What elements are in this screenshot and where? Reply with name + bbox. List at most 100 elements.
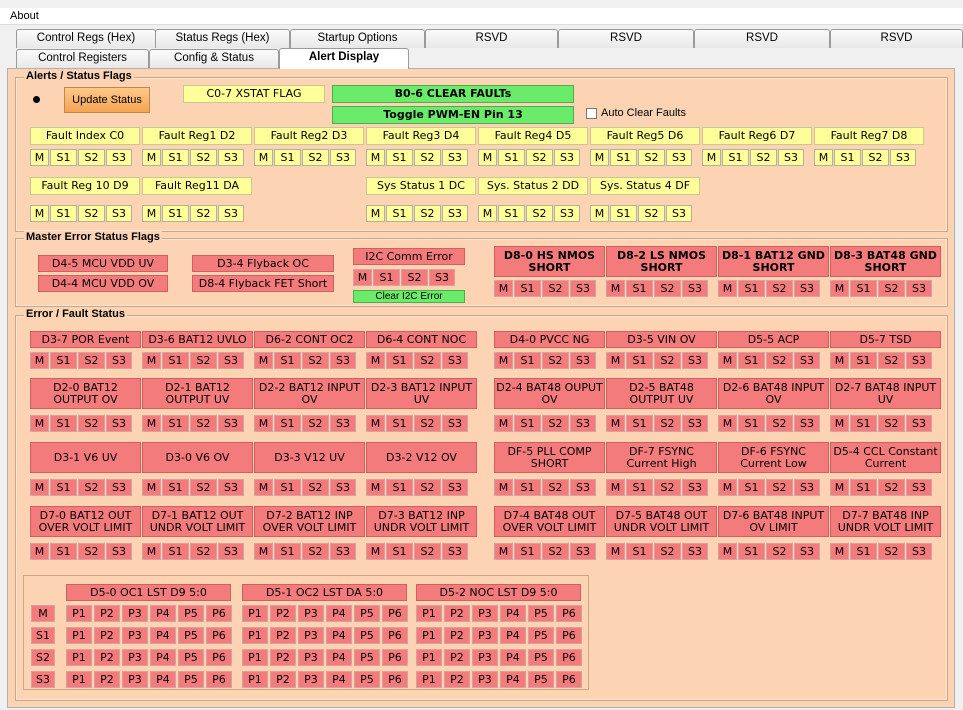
phase-0-0-p6: P6 bbox=[206, 605, 232, 622]
phase-2-2-p5: P5 bbox=[528, 649, 554, 666]
error-row3-1-cells-m: M bbox=[142, 479, 161, 496]
phase-0-3-p6: P6 bbox=[206, 671, 232, 688]
sys-status-label-2: Sys. Status 4 DF bbox=[590, 177, 700, 195]
phase-0-2-p2: P2 bbox=[94, 649, 120, 666]
phase-0-3-p2: P2 bbox=[94, 671, 120, 688]
error-row4-2-cells-s3: S3 bbox=[330, 543, 356, 560]
fault-reg-ext-0-m: M bbox=[30, 205, 49, 222]
fault-reg-6-s2: S2 bbox=[750, 149, 777, 166]
tab-row1-3[interactable]: RSVD bbox=[425, 29, 558, 48]
fault-reg-1-s3: S3 bbox=[218, 149, 244, 166]
error-row3-0-cells-s2: S2 bbox=[78, 479, 105, 496]
sys-status-2-s3: S3 bbox=[666, 205, 692, 222]
master-flag-3: D8-4 Flyback FET Short bbox=[192, 275, 334, 292]
clear-i2c-button[interactable]: Clear I2C Error bbox=[353, 290, 465, 303]
tab-row2-1[interactable]: Config & Status bbox=[149, 49, 279, 68]
xstat-flag-label: C0-7 XSTAT FLAG bbox=[183, 85, 325, 103]
error-row4-5-cells-m: M bbox=[606, 543, 625, 560]
toggle-pwm-button[interactable]: Toggle PWM-EN Pin 13 bbox=[332, 106, 574, 124]
fault-reg-4-s3: S3 bbox=[554, 149, 580, 166]
error-row1-7-cells-m: M bbox=[830, 352, 849, 369]
phase-1-3-p5: P5 bbox=[354, 671, 380, 688]
error-row2-6-cells-s2: S2 bbox=[766, 415, 793, 432]
update-status-button[interactable]: Update Status bbox=[64, 87, 150, 113]
sys-status-0-s2: S2 bbox=[414, 205, 441, 222]
error-row1-1-cells-s1: S1 bbox=[162, 352, 189, 369]
tab-row1-4[interactable]: RSVD bbox=[558, 29, 694, 48]
phase-0-2-p3: P3 bbox=[122, 649, 148, 666]
sys-status-2-s1: S1 bbox=[610, 205, 637, 222]
error-row4-2-cells-s1: S1 bbox=[274, 543, 301, 560]
sys-status-label-1: Sys. Status 2 DD bbox=[478, 177, 588, 195]
error-row1-6-cells-s3: S3 bbox=[794, 352, 820, 369]
error-row3-3-cells-m: M bbox=[366, 479, 385, 496]
error-row2-4-cells-s2: S2 bbox=[542, 415, 569, 432]
error-row3-2-cells-s2: S2 bbox=[302, 479, 329, 496]
error-row3-1: D3-0 V6 OV bbox=[142, 442, 253, 473]
fault-reg-label-4: Fault Reg4 D5 bbox=[478, 127, 588, 145]
tab-row1-2[interactable]: Startup Options bbox=[290, 29, 425, 48]
phase-1-0-p1: P1 bbox=[242, 605, 268, 622]
error-row3-6-cells-s2: S2 bbox=[766, 479, 793, 496]
error-row4-0-cells-m: M bbox=[30, 543, 49, 560]
error-row1-5-cells-s2: S2 bbox=[654, 352, 681, 369]
phase-0-1-p2: P2 bbox=[94, 627, 120, 644]
alert-display-panel: Alerts / Status Flags Master Error Statu… bbox=[7, 68, 955, 708]
error-row4-1-cells-m: M bbox=[142, 543, 161, 560]
error-row2-0-cells-s1: S1 bbox=[50, 415, 77, 432]
tab-row2-2[interactable]: Alert Display bbox=[279, 48, 409, 69]
error-row2-7-cells-s2: S2 bbox=[878, 415, 905, 432]
error-row2-6-cells-s3: S3 bbox=[794, 415, 820, 432]
sys-status-0-s1: S1 bbox=[386, 205, 413, 222]
short-3-m: M bbox=[830, 280, 849, 297]
error-row1-4-cells-s3: S3 bbox=[570, 352, 596, 369]
error-row4-0-cells-s2: S2 bbox=[78, 543, 105, 560]
error-row4-3: D7-3 BAT12 INP UNDR VOLT LIMIT bbox=[366, 506, 477, 537]
error-row1-1: D3-6 BAT12 UVLO bbox=[142, 331, 253, 348]
tab-row1-1[interactable]: Status Regs (Hex) bbox=[155, 29, 290, 48]
phase-2-0-p2: P2 bbox=[444, 605, 470, 622]
phase-0-3-p1: P1 bbox=[66, 671, 92, 688]
error-row3-5-cells-s2: S2 bbox=[654, 479, 681, 496]
master-legend: Master Error Status Flags bbox=[24, 231, 162, 243]
phase-2-3-p3: P3 bbox=[472, 671, 498, 688]
short-2-m: M bbox=[718, 280, 737, 297]
fault-reg-label-7: Fault Reg7 D8 bbox=[814, 127, 924, 145]
error-row1-7-cells-s1: S1 bbox=[850, 352, 877, 369]
phase-0-0-p1: P1 bbox=[66, 605, 92, 622]
fault-reg-7-s1: S1 bbox=[834, 149, 861, 166]
error-row4-6-cells-m: M bbox=[718, 543, 737, 560]
error-row1-0-cells-s1: S1 bbox=[50, 352, 77, 369]
error-row1-0-cells-s2: S2 bbox=[78, 352, 105, 369]
sys-status-1-m: M bbox=[478, 205, 497, 222]
tab-row2-0[interactable]: Control Registers bbox=[16, 49, 149, 68]
error-row1-3: D6-4 CONT NOC bbox=[366, 331, 477, 348]
tab-row1-6[interactable]: RSVD bbox=[830, 29, 963, 48]
fault-reg-1-s1: S1 bbox=[162, 149, 189, 166]
phase-0-0-p2: P2 bbox=[94, 605, 120, 622]
error-row3-0-cells-m: M bbox=[30, 479, 49, 496]
phase-0-1-p5: P5 bbox=[178, 627, 204, 644]
menu-about[interactable]: About bbox=[10, 10, 39, 22]
short-1-s1: S1 bbox=[626, 280, 653, 297]
fault-reg-5-m: M bbox=[590, 149, 609, 166]
error-row1-0-cells-m: M bbox=[30, 352, 49, 369]
clear-faults-button[interactable]: B0-6 CLEAR FAULTs bbox=[332, 85, 574, 103]
tab-row1-5[interactable]: RSVD bbox=[694, 29, 830, 48]
error-row3-7-cells-s1: S1 bbox=[850, 479, 877, 496]
error-row4-2-cells-s2: S2 bbox=[302, 543, 329, 560]
error-row3-4-cells-s1: S1 bbox=[514, 479, 541, 496]
error-row4-4-cells-s2: S2 bbox=[542, 543, 569, 560]
tab-row1-0[interactable]: Control Regs (Hex) bbox=[16, 29, 156, 48]
error-row1-2-cells-s2: S2 bbox=[302, 352, 329, 369]
phase-1-0-p3: P3 bbox=[298, 605, 324, 622]
error-row1-0-cells-s3: S3 bbox=[106, 352, 132, 369]
errors-legend: Error / Fault Status bbox=[24, 308, 128, 320]
error-row3-0: D3-1 V6 UV bbox=[30, 442, 141, 473]
fault-reg-4-m: M bbox=[478, 149, 497, 166]
i2c-s2: S2 bbox=[401, 269, 428, 286]
phase-1-2-p2: P2 bbox=[270, 649, 296, 666]
auto-clear-checkbox[interactable] bbox=[586, 108, 597, 119]
fault-reg-0-s2: S2 bbox=[78, 149, 105, 166]
phase-1-3-p6: P6 bbox=[382, 671, 408, 688]
